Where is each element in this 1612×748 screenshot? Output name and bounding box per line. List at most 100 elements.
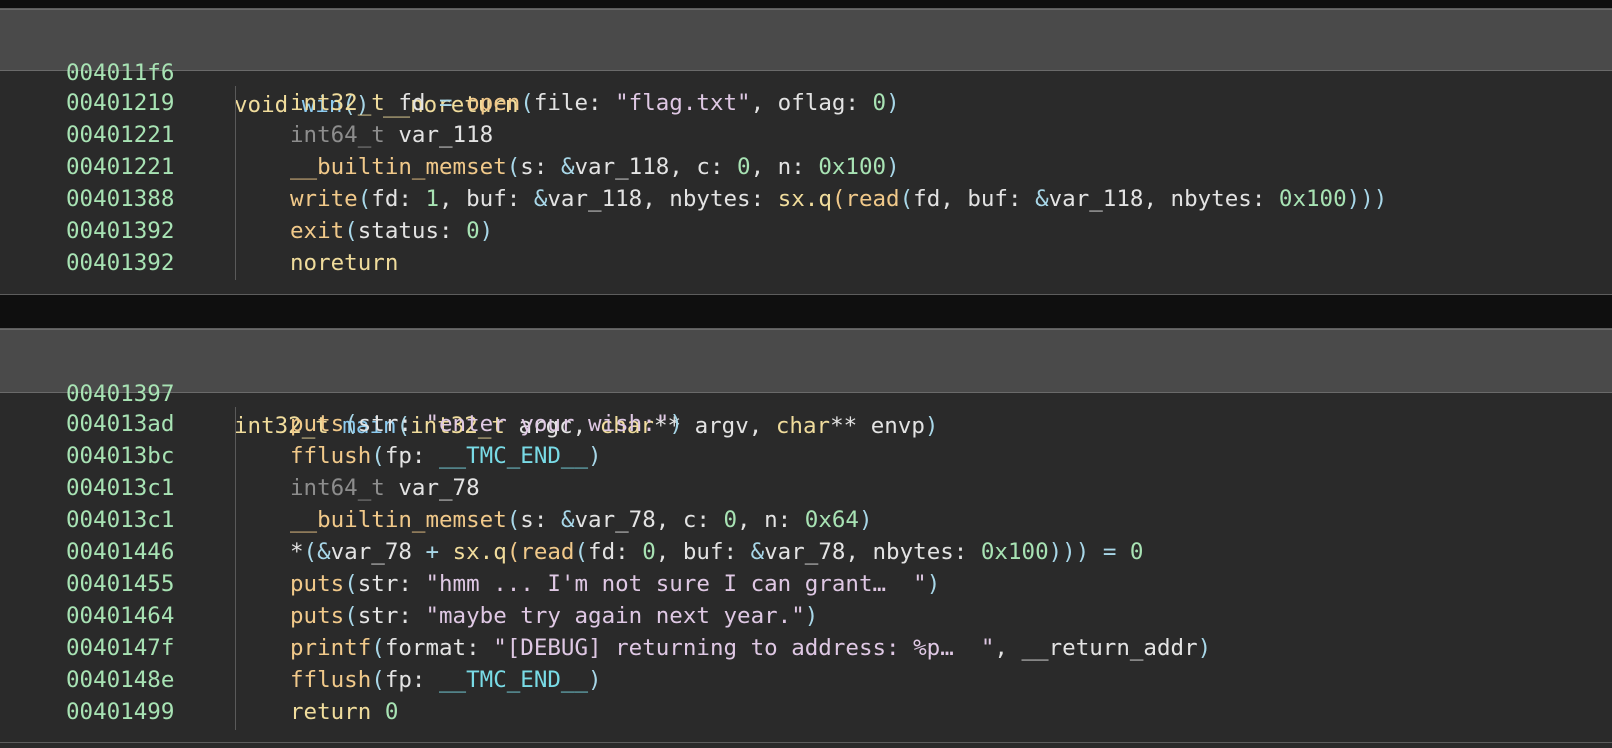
code-token[interactable]: "hmm ... I'm not sure I can grant… " [425, 571, 926, 597]
line-code[interactable]: *(&var_78 + sx.q(read(fd: 0, buf: &var_7… [290, 536, 1143, 568]
code-token[interactable]: ( [344, 603, 358, 629]
line-code[interactable]: return 0 [290, 696, 398, 728]
code-token[interactable]: sx.q [453, 539, 507, 565]
line-code[interactable]: exit(status: 0) [290, 215, 493, 247]
code-token[interactable]: ( [304, 539, 318, 565]
code-token[interactable]: format: [385, 635, 493, 661]
code-token[interactable]: ( [371, 443, 385, 469]
line-address[interactable]: 00401392 [66, 215, 174, 247]
code-token[interactable]: exit [290, 218, 344, 244]
code-token[interactable]: fflush [290, 667, 371, 693]
line-code[interactable]: int64_t var_78 [290, 472, 480, 504]
code-token[interactable]: & [534, 186, 548, 212]
code-token[interactable]: int32_t [290, 90, 398, 116]
code-token[interactable]: file: [534, 90, 615, 116]
line-address[interactable]: 00401221 [66, 151, 174, 183]
code-token[interactable]: ( [832, 186, 846, 212]
code-token[interactable]: "[DEBUG] returning to address: %p… " [493, 635, 994, 661]
line-code[interactable]: puts(str: "enter your wish:") [290, 408, 683, 440]
code-token[interactable]: , oflag: [751, 90, 873, 116]
code-token[interactable]: var_118, c: [574, 154, 737, 180]
code-token[interactable]: int64_t [290, 122, 398, 148]
code-token[interactable]: __TMC_END__ [439, 667, 588, 693]
code-token[interactable]: & [751, 539, 765, 565]
code-token[interactable]: ( [507, 154, 521, 180]
code-token[interactable]: noreturn [290, 250, 398, 276]
code-token[interactable]: ( [507, 539, 521, 565]
code-token[interactable]: ( [371, 667, 385, 693]
code-token[interactable]: ) [925, 413, 939, 439]
line-code[interactable]: puts(str: "maybe try again next year.") [290, 600, 818, 632]
code-token[interactable]: ) [927, 571, 941, 597]
code-token[interactable]: ) [805, 603, 819, 629]
line-code[interactable]: puts(str: "hmm ... I'm not sure I can gr… [290, 568, 940, 600]
code-token[interactable]: int64_t [290, 475, 398, 501]
code-token[interactable]: & [561, 507, 575, 533]
code-token[interactable]: fd: [371, 186, 425, 212]
code-token[interactable]: var_78 [331, 539, 426, 565]
code-token[interactable]: fd, buf: [913, 186, 1035, 212]
code-token[interactable]: read [845, 186, 899, 212]
code-token[interactable]: ( [358, 186, 372, 212]
code-token[interactable]: 0 [1130, 539, 1144, 565]
line-address[interactable]: 00401219 [66, 87, 174, 119]
code-token[interactable]: __builtin_memset [290, 507, 507, 533]
code-token[interactable]: ))) [1049, 539, 1090, 565]
code-token[interactable]: & [1035, 186, 1049, 212]
code-token[interactable]: return [290, 699, 385, 725]
code-token[interactable]: 0 [642, 539, 656, 565]
code-token[interactable]: 0 [737, 154, 751, 180]
code-token[interactable]: "maybe try again next year." [425, 603, 804, 629]
code-token[interactable]: ) [859, 507, 873, 533]
code-token[interactable]: open [466, 90, 520, 116]
line-address[interactable]: 00401499 [66, 696, 174, 728]
code-token[interactable]: puts [290, 571, 344, 597]
line-code[interactable]: __builtin_memset(s: &var_78, c: 0, n: 0x… [290, 504, 873, 536]
code-token[interactable]: ) [1198, 635, 1212, 661]
code-token[interactable]: fd [398, 90, 439, 116]
code-token[interactable]: ** envp [830, 413, 925, 439]
code-token[interactable]: printf [290, 635, 371, 661]
code-token[interactable]: var_118, nbytes: [1049, 186, 1279, 212]
code-token[interactable]: sx.q [778, 186, 832, 212]
code-token[interactable]: , buf: [439, 186, 534, 212]
code-token[interactable]: ) [669, 411, 683, 437]
code-token[interactable]: 1 [425, 186, 439, 212]
code-token[interactable]: 0x100 [818, 154, 886, 180]
code-token[interactable]: ) [588, 443, 602, 469]
code-token[interactable]: "flag.txt" [615, 90, 750, 116]
line-address[interactable]: 004013bc [66, 440, 174, 472]
code-token[interactable]: 0 [385, 699, 399, 725]
code-token[interactable]: 0x100 [1279, 186, 1347, 212]
line-code[interactable]: fflush(fp: __TMC_END__) [290, 440, 602, 472]
header-address[interactable]: 004011f6 [66, 57, 174, 89]
line-code[interactable]: int64_t var_118 [290, 119, 493, 151]
code-token[interactable]: ( [371, 635, 385, 661]
code-token[interactable]: __TMC_END__ [439, 443, 588, 469]
code-token[interactable]: 0 [724, 507, 738, 533]
code-token[interactable]: * [290, 539, 304, 565]
code-token[interactable]: , n: [737, 507, 805, 533]
code-token[interactable]: str: [358, 571, 426, 597]
code-token[interactable]: 0x64 [805, 507, 859, 533]
code-token[interactable]: ( [900, 186, 914, 212]
code-token[interactable]: status: [358, 218, 466, 244]
line-code[interactable]: int32_t fd = open(file: "flag.txt", ofla… [290, 87, 900, 119]
code-token[interactable]: , buf: [656, 539, 751, 565]
line-address[interactable]: 00401446 [66, 536, 174, 568]
code-token[interactable]: ( [520, 90, 534, 116]
code-token[interactable]: str: [358, 411, 426, 437]
code-token[interactable]: = [439, 90, 453, 116]
code-token[interactable] [453, 90, 467, 116]
code-token[interactable]: ) [480, 218, 494, 244]
line-address[interactable]: 004013ad [66, 408, 174, 440]
code-token[interactable] [439, 539, 453, 565]
code-token[interactable]: __builtin_memset [290, 154, 507, 180]
code-token[interactable]: & [317, 539, 331, 565]
line-code[interactable]: __builtin_memset(s: &var_118, c: 0, n: 0… [290, 151, 900, 183]
code-token[interactable]: fd: [588, 539, 642, 565]
code-token[interactable]: ))) [1347, 186, 1388, 212]
line-code[interactable]: printf(format: "[DEBUG] returning to add… [290, 632, 1211, 664]
code-token[interactable]: ( [344, 411, 358, 437]
code-token[interactable]: ) [886, 90, 900, 116]
